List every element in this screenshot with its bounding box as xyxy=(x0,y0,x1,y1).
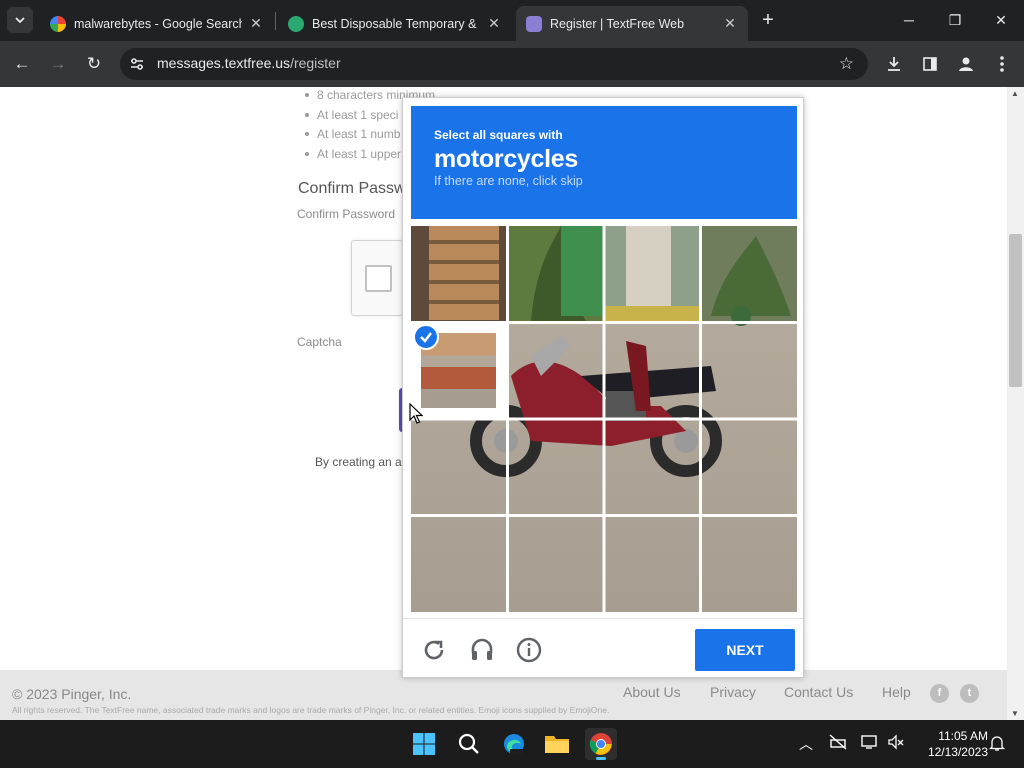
file-explorer-icon[interactable] xyxy=(541,728,573,760)
challenge-instruction: Select all squares with xyxy=(434,128,563,142)
profile-icon[interactable] xyxy=(954,52,978,76)
minimize-button[interactable]: ─ xyxy=(895,8,923,32)
recaptcha-checkbox[interactable] xyxy=(365,265,392,292)
close-icon[interactable]: ✕ xyxy=(248,15,264,32)
next-button[interactable]: NEXT xyxy=(695,629,795,671)
back-button[interactable]: ← xyxy=(10,52,34,76)
clock-time: 11:05 AM xyxy=(938,729,988,743)
temp-mail-icon xyxy=(288,15,304,32)
search-icon[interactable] xyxy=(453,728,485,760)
windows-start-icon[interactable] xyxy=(408,728,440,760)
terms-text: By creating an a xyxy=(315,455,402,469)
tab-label: Register | TextFree Web xyxy=(550,16,685,31)
confirm-password-label: Confirm Password xyxy=(297,207,396,221)
tab-temp-mail[interactable]: Best Disposable Temporary & F ✕ xyxy=(278,6,512,41)
windows-taskbar: ︿ 11:05 AM 12/13/2023 xyxy=(0,720,1024,768)
scrollbar-thumb[interactable] xyxy=(1009,234,1022,387)
tab-textfree-register[interactable]: Register | TextFree Web ✕ xyxy=(516,6,748,41)
tab-label: Best Disposable Temporary & F xyxy=(312,16,480,31)
legal-text: All rights reserved. The TextFree name, … xyxy=(12,705,610,715)
recaptcha-widget xyxy=(351,240,403,316)
menu-icon[interactable] xyxy=(990,52,1014,76)
forward-button[interactable]: → xyxy=(46,52,70,76)
reload-button[interactable]: ↻ xyxy=(82,52,106,76)
scroll-down-arrow-icon[interactable]: ▼ xyxy=(1011,709,1019,718)
tab-google-search[interactable]: malwarebytes - Google Search ✕ xyxy=(40,6,274,41)
tile-selected-check-icon xyxy=(413,324,439,350)
reload-challenge-icon[interactable] xyxy=(420,636,448,664)
challenge-skip-hint: If there are none, click skip xyxy=(434,174,583,188)
system-clock[interactable]: 11:05 AM 12/13/2023 xyxy=(918,728,988,760)
edge-beta-icon[interactable] xyxy=(498,728,530,760)
side-panel-icon[interactable] xyxy=(918,52,942,76)
chrome-icon[interactable] xyxy=(585,728,617,760)
browser-toolbar: ← → ↻ messages.textfree.us/register ☆ xyxy=(0,41,1024,87)
network-offline-icon[interactable] xyxy=(829,734,847,753)
restore-button[interactable]: ❐ xyxy=(941,8,969,32)
textfree-icon xyxy=(526,15,542,32)
close-window-button[interactable]: ✕ xyxy=(987,8,1015,32)
audio-challenge-icon[interactable] xyxy=(468,636,496,664)
challenge-header: Select all squares with motorcycles If t… xyxy=(411,106,797,219)
contact-us-link[interactable]: Contact Us xyxy=(784,684,853,700)
url-text[interactable]: messages.textfree.us/register xyxy=(157,55,341,71)
confirm-password-title: Confirm Passw xyxy=(298,180,406,197)
close-icon[interactable]: ✕ xyxy=(486,15,502,32)
mouse-cursor-icon xyxy=(409,403,423,424)
privacy-link[interactable]: Privacy xyxy=(710,684,756,700)
help-link[interactable]: Help xyxy=(882,684,911,700)
info-icon[interactable] xyxy=(515,636,543,664)
facebook-icon[interactable]: f xyxy=(930,684,949,703)
about-us-link[interactable]: About Us xyxy=(623,684,681,700)
address-bar[interactable]: messages.textfree.us/register ☆ xyxy=(120,48,868,80)
challenge-footer: NEXT xyxy=(403,618,803,678)
page-scrollbar[interactable]: ▲ ▼ xyxy=(1007,87,1024,720)
close-icon[interactable]: ✕ xyxy=(722,15,738,32)
captcha-label: Captcha xyxy=(297,335,342,349)
scroll-up-arrow-icon[interactable]: ▲ xyxy=(1011,89,1019,98)
challenge-image-grid xyxy=(411,226,797,612)
google-icon xyxy=(50,15,66,32)
new-tab-button[interactable]: + xyxy=(757,9,779,31)
volume-muted-icon[interactable] xyxy=(887,734,905,753)
challenge-object: motorcycles xyxy=(434,145,578,173)
twitter-icon[interactable]: t xyxy=(960,684,979,703)
captcha-challenge-popup: Select all squares with motorcycles If t… xyxy=(402,97,804,678)
download-icon[interactable] xyxy=(882,52,906,76)
display-icon[interactable] xyxy=(861,734,879,753)
site-info-icon[interactable] xyxy=(129,56,145,72)
url-path: /register xyxy=(290,55,341,71)
clock-date: 12/13/2023 xyxy=(927,745,988,759)
bookmark-star-icon[interactable]: ☆ xyxy=(839,54,854,74)
copyright-text: © 2023 Pinger, Inc. xyxy=(12,686,132,702)
notification-bell-icon[interactable] xyxy=(988,734,1006,755)
url-host: messages.textfree.us xyxy=(157,55,291,71)
tab-label: malwarebytes - Google Search xyxy=(74,16,242,31)
chevron-down-icon xyxy=(15,17,25,24)
tab-divider xyxy=(275,12,276,30)
tab-strip: malwarebytes - Google Search ✕ Best Disp… xyxy=(0,0,1024,41)
tab-search-button[interactable] xyxy=(7,7,33,33)
show-hidden-icons-chevron-icon[interactable]: ︿ xyxy=(799,734,813,754)
